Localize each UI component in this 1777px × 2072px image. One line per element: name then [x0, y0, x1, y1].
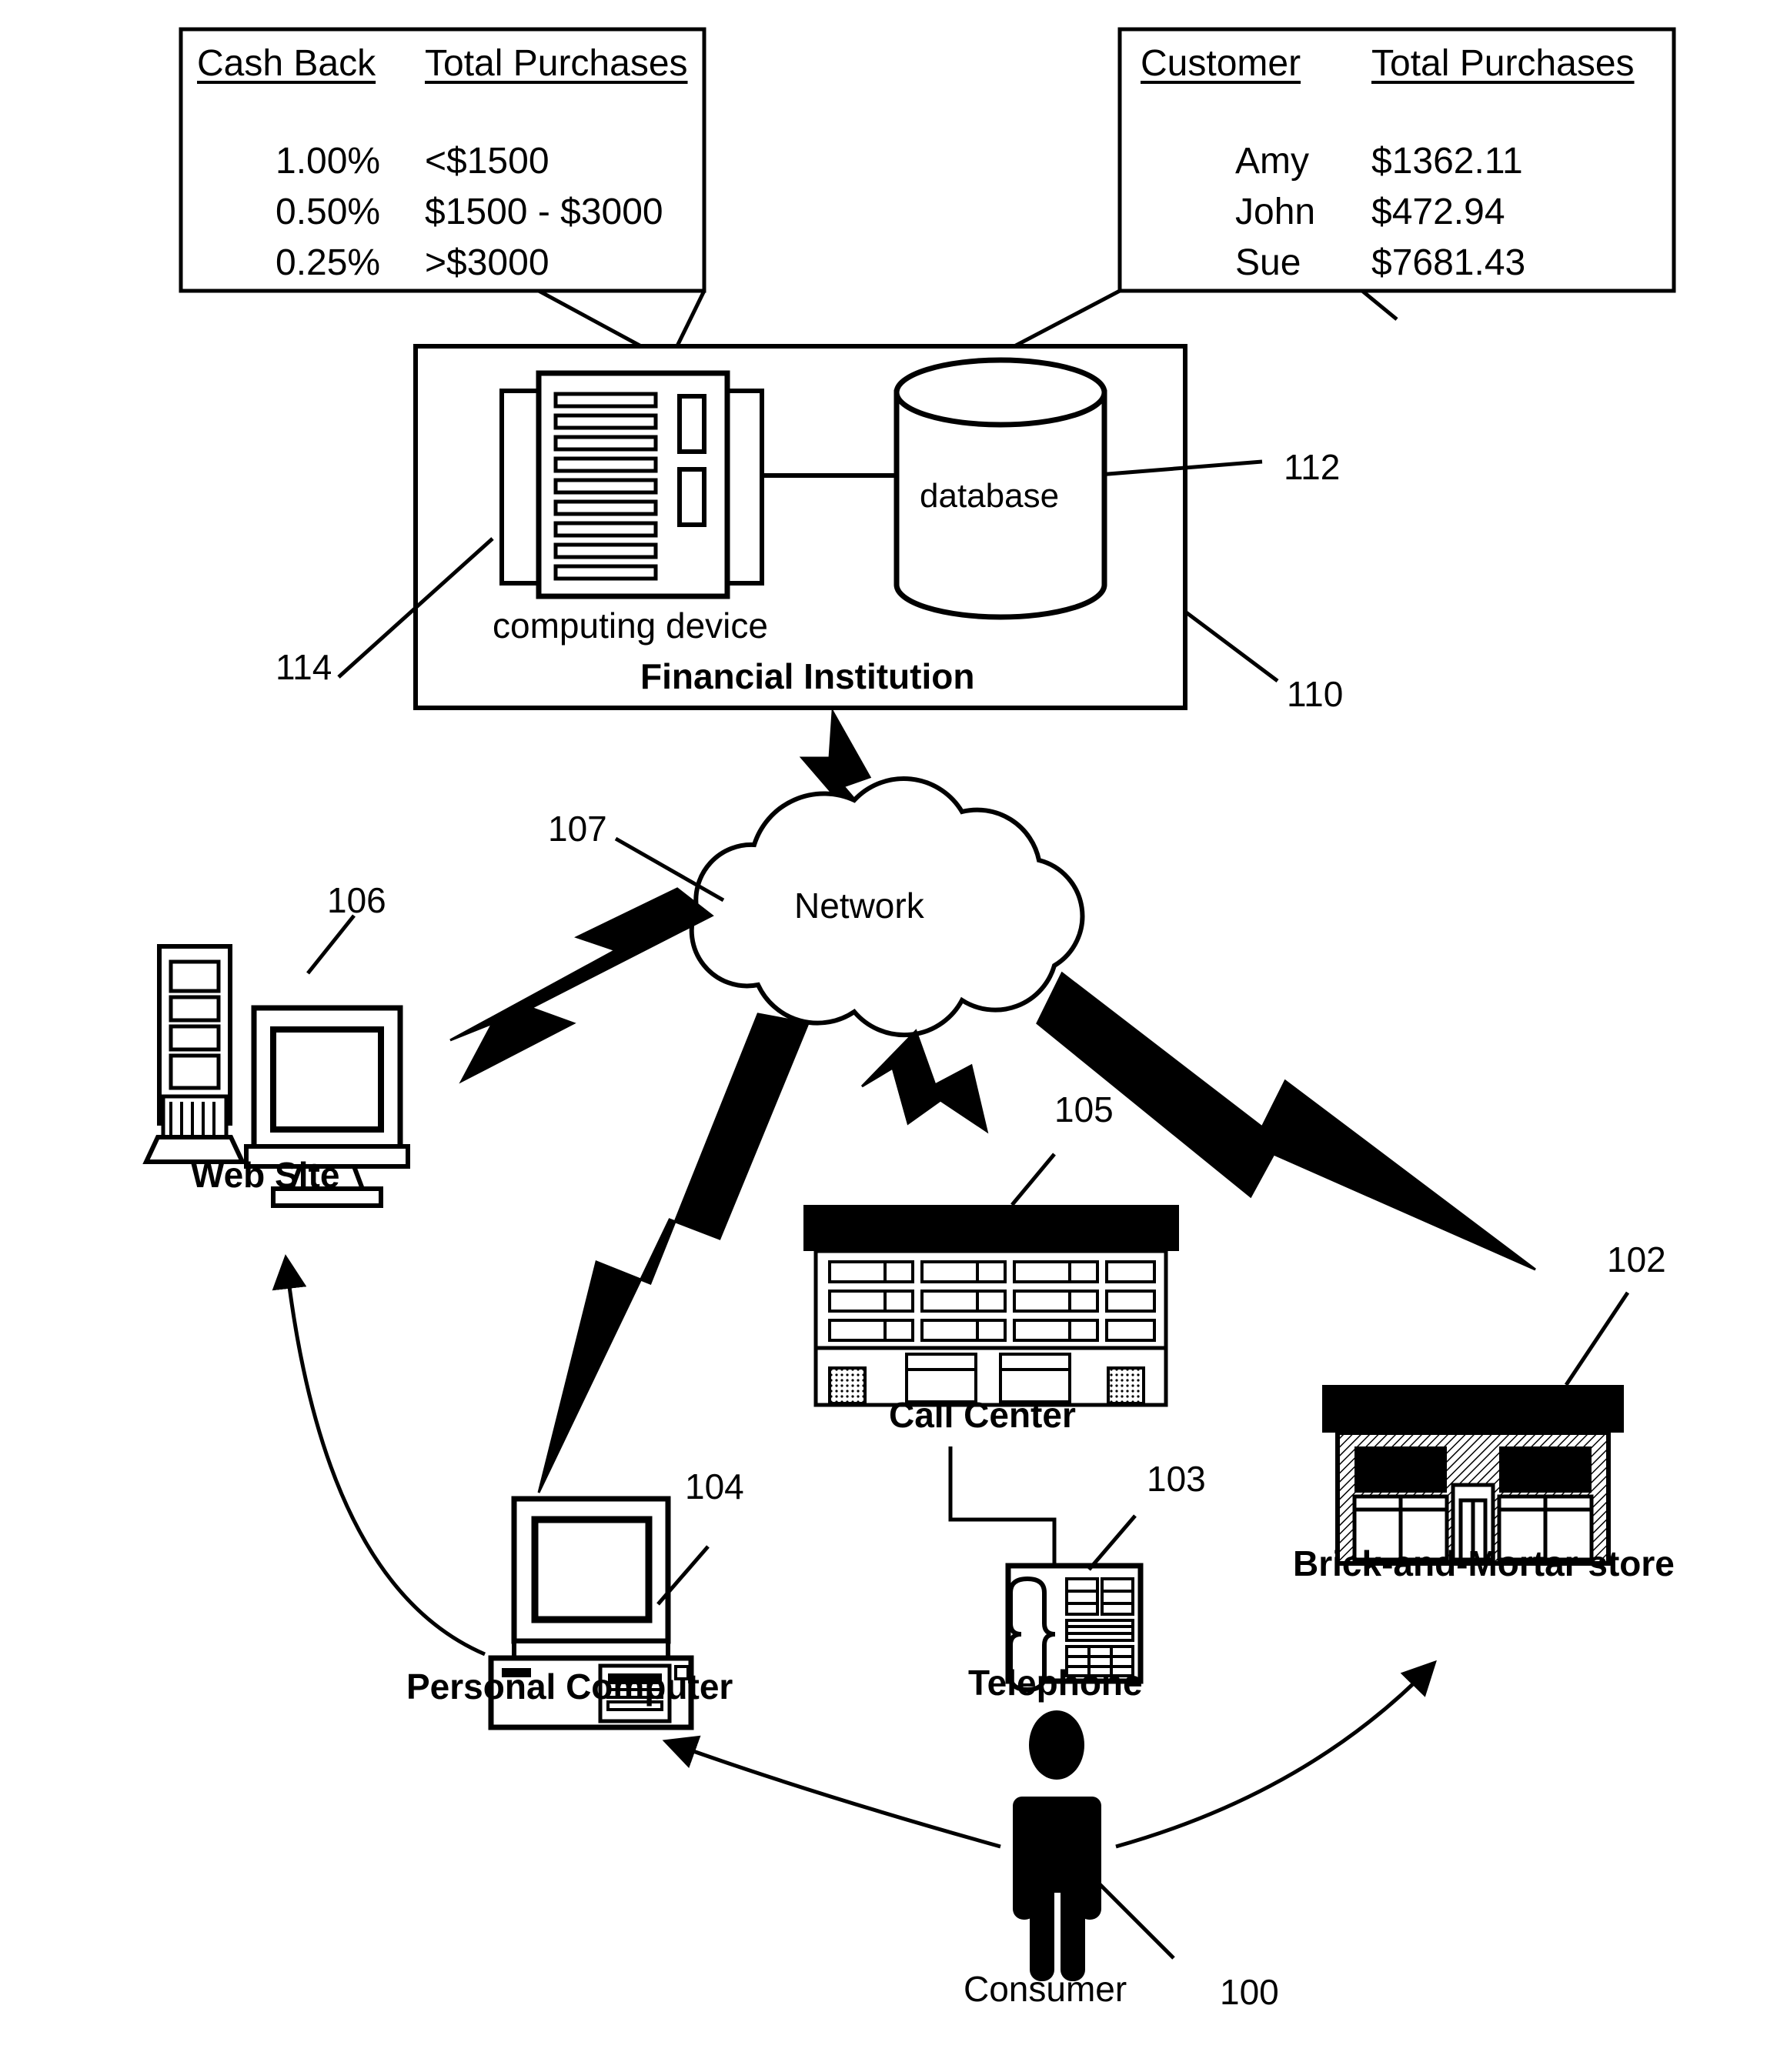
leader-103	[1087, 1514, 1137, 1571]
ref-104: 104	[685, 1466, 744, 1506]
customers-row-1-total: $472.94	[1371, 192, 1505, 232]
customers-row-2-total: $7681.43	[1371, 242, 1526, 283]
brick-and-mortar-label: Brick-and-Mortar store	[1293, 1543, 1675, 1583]
leader-102	[1564, 1291, 1630, 1386]
cashback-header-cashback: Cash Back	[197, 43, 376, 84]
consumer-label: Consumer	[964, 1969, 1127, 2009]
telephone-label: Telephone	[968, 1663, 1143, 1703]
ref-106: 106	[327, 880, 386, 920]
customers-row-0-name: Amy	[1235, 141, 1309, 182]
cashback-row-0-range: <$1500	[425, 141, 549, 182]
computing-device-icon	[499, 370, 764, 599]
personal-computer-label: Personal Computer	[406, 1667, 733, 1707]
arrow-pc-to-website	[272, 1254, 486, 1657]
arrow-consumer-to-store	[1115, 1660, 1437, 1849]
leader-110	[1184, 610, 1279, 682]
ref-103: 103	[1147, 1459, 1206, 1499]
call-center-icon	[803, 1205, 1179, 1407]
consumer-icon	[1013, 1710, 1101, 1981]
network-label: Network	[794, 886, 924, 926]
customers-row-2-name: Sue	[1235, 242, 1301, 283]
cashback-row-0-rate: 1.00%	[276, 141, 381, 182]
customers-header-total: Total Purchases	[1371, 43, 1635, 84]
arrow-consumer-to-pc	[662, 1735, 1001, 1849]
database-label: database	[920, 477, 1060, 515]
bolt-network-callcenter	[860, 1029, 989, 1134]
cashback-row-1-rate: 0.50%	[276, 192, 381, 232]
call-center-label: Call Center	[889, 1395, 1076, 1435]
ref-102: 102	[1607, 1240, 1666, 1280]
ref-107: 107	[548, 809, 607, 849]
leader-100	[1095, 1880, 1175, 1960]
callcenter-telephone-link	[948, 1446, 1057, 1566]
bolt-network-website	[449, 887, 714, 1084]
brick-and-mortar-icon	[1322, 1385, 1624, 1566]
leader-106	[306, 914, 356, 975]
ref-114: 114	[276, 647, 332, 687]
ref-110: 110	[1287, 674, 1344, 714]
financial-institution-label: Financial Institution	[640, 656, 975, 696]
computing-device-label: computing device	[493, 606, 768, 646]
ref-112: 112	[1284, 447, 1341, 487]
customers-header-customer: Customer	[1141, 43, 1301, 84]
patent-figure: Cash Back Total Purchases 1.00% <$1500 0…	[0, 0, 1777, 2072]
ref-105: 105	[1054, 1089, 1114, 1129]
web-site-label: Web Site	[191, 1155, 340, 1195]
leader-105	[1010, 1153, 1056, 1206]
cashback-row-2-rate: 0.25%	[276, 242, 381, 283]
ref-100: 100	[1220, 1972, 1279, 2012]
customers-row-1-name: John	[1235, 192, 1316, 232]
customers-row-0-total: $1362.11	[1371, 141, 1523, 182]
cashback-row-2-range: >$3000	[425, 242, 549, 283]
cashback-header-total: Total Purchases	[425, 43, 688, 84]
figure-vector-layer	[142, 27, 1676, 1981]
bolt-network-pc	[537, 1013, 810, 1493]
cashback-row-1-range: $1500 - $3000	[425, 192, 663, 232]
